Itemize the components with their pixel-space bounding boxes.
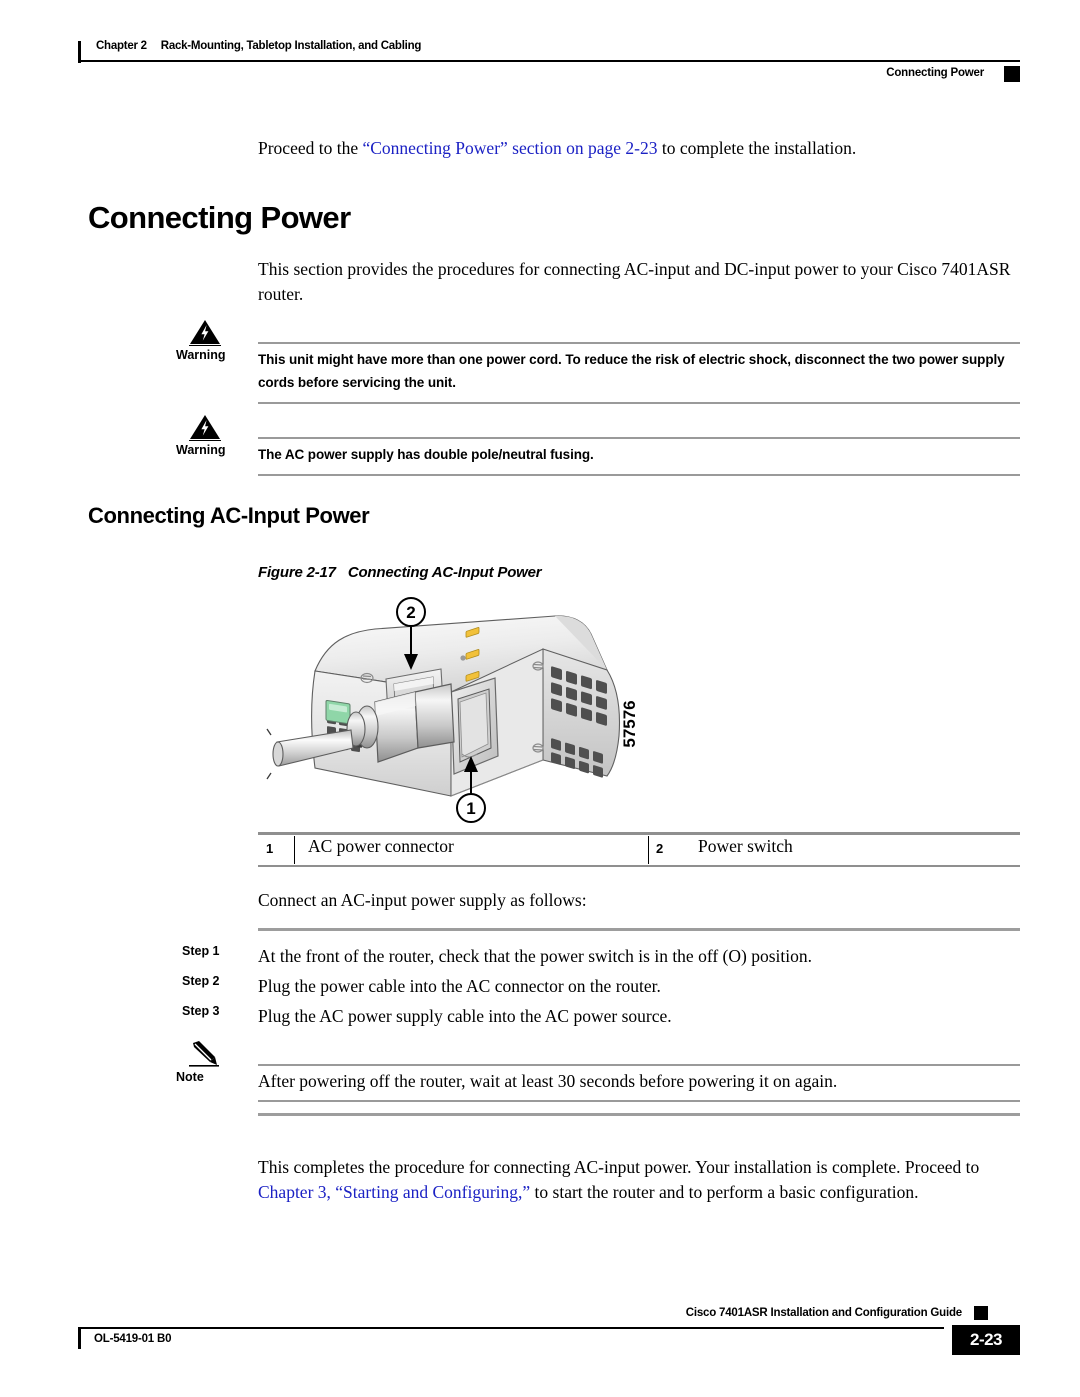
figure-number: Figure 2-17 [258,564,336,581]
footer-page-number: 2-23 [952,1325,1020,1355]
warning-rule-bottom-1 [258,402,1020,404]
section-title: Connecting Power [88,200,351,235]
warning-triangle-icon [188,413,222,442]
svg-text:2: 2 [406,603,415,622]
footer-rule [78,1327,944,1329]
led-indicator-icon [325,699,351,725]
procedure-rule-top [258,928,1020,931]
intro-text-after: to complete the installation. [657,138,857,158]
footer-square-marker [974,1306,988,1320]
step-text-3: Plug the AC power supply cable into the … [258,1006,672,1026]
figure-title: Connecting AC-Input Power [347,564,542,581]
step-label-1: Step 1 [182,944,220,958]
running-footer: Cisco 7401ASR Installation and Configura… [78,1306,1020,1357]
legend-divider-1 [294,836,295,864]
warning-text-1: This unit might have more than one power… [258,352,1005,390]
running-header: Chapter 2 Rack-Mounting, Tabletop Install… [78,36,1020,82]
screw-icon [460,655,466,661]
section-paragraph: This section provides the procedures for… [258,259,1011,304]
footer-document-id: OL-5419-01 B0 [94,1333,172,1345]
legend-divider-2 [648,836,649,864]
legend-rule-top [258,832,1020,835]
note-label: Note [176,1070,204,1084]
power-supply-illustration: 2 1 57576 [255,596,675,828]
note-text: After powering off the router, wait at l… [258,1071,838,1091]
closing-text-before: This completes the procedure for connect… [258,1157,980,1177]
legend-number-2: 2 [656,841,664,856]
footer-tick-mark [78,1327,81,1349]
closing-text-after: to start the router and to perform a bas… [530,1182,919,1202]
step-text-1: At the front of the router, check that t… [258,946,812,966]
warning-rule-top-2 [258,437,1020,439]
procedure-rule-bottom [258,1113,1020,1116]
document-page: Chapter 2 Rack-Mounting, Tabletop Install… [0,0,1080,1397]
footer-guide-title: Cisco 7401ASR Installation and Configura… [685,1307,962,1319]
warning-label-2: Warning [176,443,226,457]
legend-text-2: Power switch [698,836,793,856]
warning-rule-bottom-2 [258,474,1020,476]
legend-number-1: 1 [266,841,274,856]
svg-text:1: 1 [466,799,475,818]
artwork-number: 57576 [620,700,639,747]
pencil-icon [188,1040,222,1068]
figure-legend-table: 1 AC power connector 2 Power switch [258,832,1020,868]
step-text-2: Plug the power cable into the AC connect… [258,976,661,996]
figure-caption: Figure 2-17 Connecting AC-Input Power [258,564,542,581]
subsection-title: Connecting AC-Input Power [88,503,370,528]
step-label-2: Step 2 [182,974,220,988]
warning-rule-top-1 [258,342,1020,344]
step-label-3: Step 3 [182,1004,220,1018]
note-rule-top [258,1064,1020,1066]
legend-text-1: AC power connector [308,836,454,856]
header-square-marker [1004,66,1020,82]
procedure-lead-in: Connect an AC-input power supply as foll… [258,890,587,910]
header-section-title: Connecting Power [886,67,984,79]
legend-rule-bottom [258,865,1020,867]
chapter-3-xref-link[interactable]: Chapter 3, “Starting and Configuring,” [258,1182,530,1202]
header-rule [78,60,1020,62]
header-chapter-number: Chapter 2 [96,40,147,52]
closing-paragraph: This completes the procedure for connect… [258,1155,1020,1205]
warning-text-2: The AC power supply has double pole/neut… [258,447,594,462]
intro-paragraph: Proceed to the “Connecting Power” sectio… [258,136,1020,161]
connecting-power-xref-link[interactable]: “Connecting Power” section on page 2-23 [362,138,657,158]
intro-text-before: Proceed to the [258,138,363,158]
note-rule-bottom [258,1100,1020,1102]
warning-triangle-icon [188,318,222,347]
warning-label-1: Warning [176,348,226,362]
header-chapter: Chapter 2 Rack-Mounting, Tabletop Install… [96,40,421,52]
header-chapter-title: Rack-Mounting, Tabletop Installation, an… [160,40,422,52]
